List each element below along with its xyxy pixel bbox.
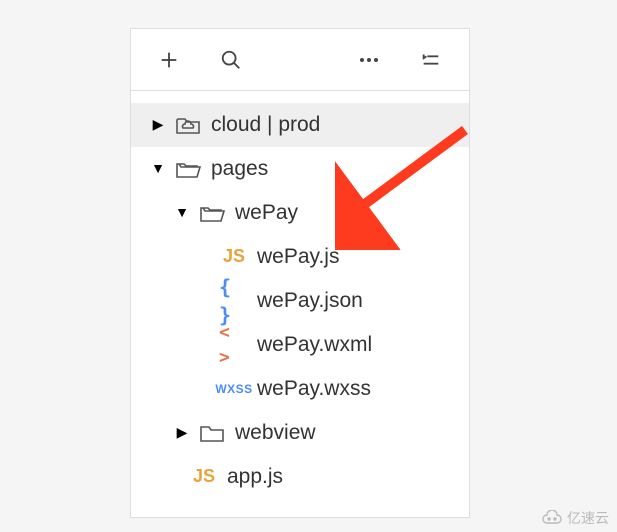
tree-item-wepay-js[interactable]: JS wePay.js — [131, 235, 469, 279]
collapse-button[interactable] — [403, 37, 459, 83]
tree-label: wePay — [235, 198, 298, 227]
tree-item-cloud[interactable]: cloud | prod — [131, 103, 469, 147]
tree-label: wePay.json — [257, 286, 363, 315]
watermark: 亿速云 — [541, 508, 609, 528]
add-button[interactable] — [141, 37, 197, 83]
tree-label: webview — [235, 418, 316, 447]
more-button[interactable] — [341, 37, 397, 83]
tree-label: app.js — [227, 462, 283, 491]
tree-item-wepay-folder[interactable]: wePay — [131, 191, 469, 235]
folder-open-icon — [173, 158, 203, 180]
toolbar — [131, 29, 469, 91]
tree-item-wepay-json[interactable]: { } wePay.json — [131, 279, 469, 323]
folder-open-icon — [197, 202, 227, 224]
search-button[interactable] — [203, 37, 259, 83]
tree-label: cloud | prod — [211, 110, 320, 139]
file-explorer-panel: cloud | prod pages wePay JS wePay.js { }… — [130, 28, 470, 518]
wxss-file-icon: WXSS — [219, 381, 249, 398]
js-file-icon: JS — [219, 244, 249, 269]
tree-label: pages — [211, 154, 268, 183]
caret-icon — [175, 206, 189, 220]
caret-icon — [175, 426, 189, 440]
tree-item-app-js[interactable]: JS app.js — [131, 455, 469, 499]
tree-item-wepay-wxss[interactable]: WXSS wePay.wxss — [131, 367, 469, 411]
folder-icon — [197, 422, 227, 444]
tree-item-pages[interactable]: pages — [131, 147, 469, 191]
js-file-icon: JS — [189, 464, 219, 489]
tree-label: wePay.wxml — [257, 330, 372, 359]
cloud-folder-icon — [173, 114, 203, 136]
file-tree: cloud | prod pages wePay JS wePay.js { }… — [131, 91, 469, 511]
wxml-file-icon: < > — [219, 320, 249, 370]
caret-icon — [151, 162, 165, 176]
tree-item-wepay-wxml[interactable]: < > wePay.wxml — [131, 323, 469, 367]
caret-icon — [151, 118, 165, 132]
tree-label: wePay.js — [257, 242, 339, 271]
tree-item-webview[interactable]: webview — [131, 411, 469, 455]
tree-label: wePay.wxss — [257, 374, 371, 403]
